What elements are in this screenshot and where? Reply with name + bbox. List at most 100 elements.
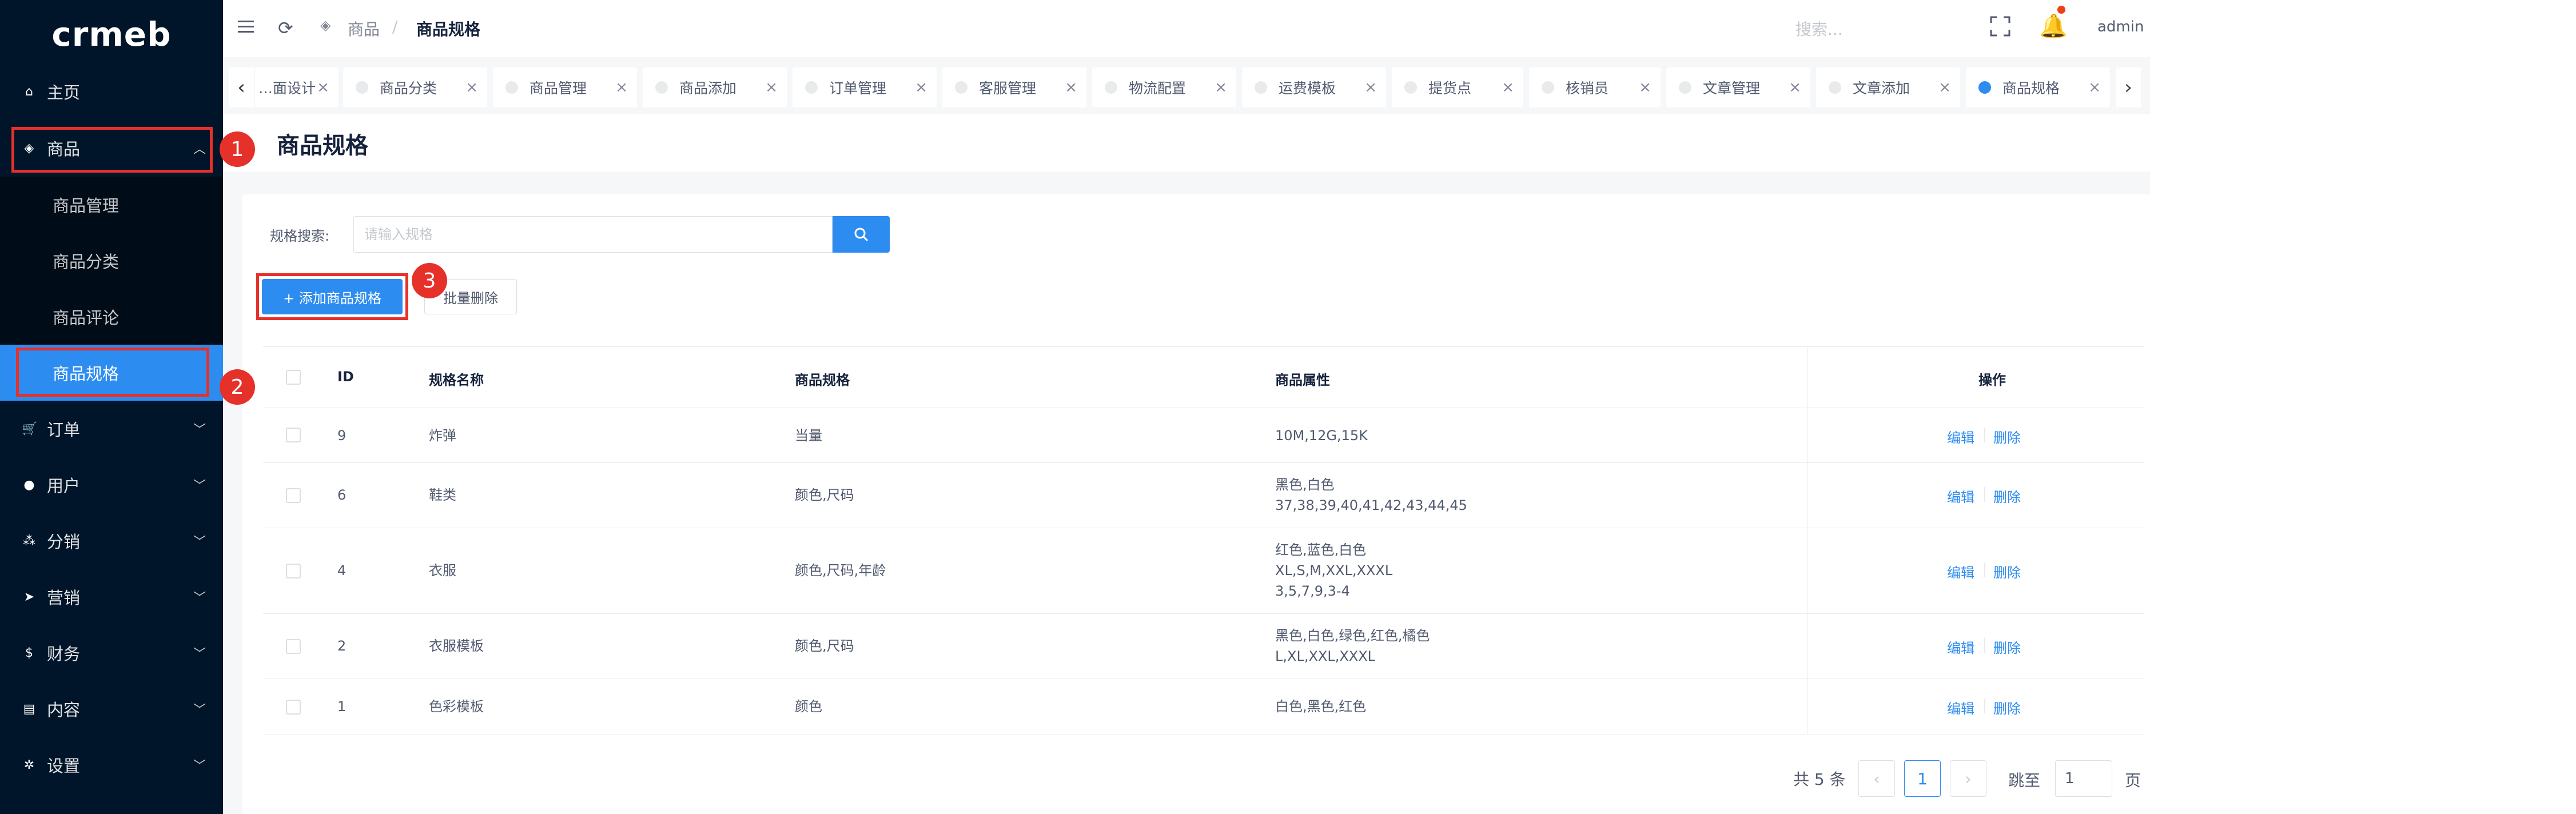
close-icon[interactable]: × (465, 79, 478, 96)
prev-page-icon[interactable]: ‹ (1858, 760, 1895, 797)
sidebar-item-marketing[interactable]: ➤ 营销 ﹀ (0, 569, 223, 625)
edit-link[interactable]: 编辑 (1947, 637, 1974, 657)
tab-status-dot (1679, 81, 1691, 94)
sidebar-item-distribution[interactable]: ⁂ 分销 ﹀ (0, 513, 223, 569)
close-icon[interactable]: × (915, 79, 927, 96)
header-search-input[interactable]: 搜索... (1795, 17, 1843, 40)
tab-goods-category[interactable]: 商品分类 × (343, 67, 487, 107)
tab-order-manage[interactable]: 订单管理 × (793, 67, 937, 107)
row-checkbox[interactable] (286, 700, 301, 715)
sidebar-item-users[interactable]: ● 用户 ﹀ (0, 457, 223, 513)
next-page-icon[interactable]: › (1950, 760, 1986, 797)
fullscreen-icon[interactable] (1990, 16, 2010, 37)
page-title: 商品规格 (277, 133, 368, 159)
col-spec-name: 规格名称 (429, 372, 484, 388)
menu-toggle-icon[interactable] (238, 17, 256, 38)
row-checkbox[interactable] (286, 564, 301, 578)
close-icon[interactable]: × (1789, 79, 1801, 96)
sidebar-sub-goods-category[interactable]: 商品分类 (0, 233, 223, 289)
tab-status-dot (1829, 81, 1841, 94)
tab-article-add[interactable]: 文章添加 × (1816, 67, 1960, 107)
tab-goods-add[interactable]: 商品添加 × (643, 67, 787, 107)
row-spec: 颜色,尺码 (795, 638, 854, 654)
tab-article-manage[interactable]: 文章管理 × (1666, 67, 1810, 107)
close-icon[interactable]: × (1502, 79, 1514, 96)
breadcrumb-separator: / (392, 17, 398, 36)
tab-service-manage[interactable]: 客服管理 × (942, 67, 1086, 107)
close-icon[interactable]: × (1639, 79, 1651, 96)
edit-link[interactable]: 编辑 (1947, 561, 1974, 581)
tab-pickup-point[interactable]: 提货点 × (1392, 67, 1523, 107)
row-attrs: 红色,蓝色,白色 (1275, 542, 1367, 558)
row-attrs: 黑色,白色,绿色,红色,橘色 (1275, 628, 1430, 644)
delete-link[interactable]: 删除 (1993, 486, 2021, 506)
row-attrs: 37,38,39,40,41,42,43,44,45 (1275, 497, 1467, 513)
edit-link[interactable]: 编辑 (1947, 426, 1974, 446)
tab-label: 物流配置 (1129, 80, 1187, 97)
spec-search-input[interactable]: 请输入规格 (353, 216, 833, 253)
close-icon[interactable]: × (317, 79, 329, 96)
user-icon: ● (23, 477, 35, 492)
delete-link[interactable]: 删除 (1993, 637, 2021, 657)
close-icon[interactable]: × (1065, 79, 1077, 96)
search-button[interactable] (833, 216, 890, 253)
tabs-next-icon[interactable]: › (2116, 67, 2141, 107)
row-spec: 颜色,尺码 (795, 487, 854, 503)
sidebar-item-orders[interactable]: 🛒 订单 ﹀ (0, 401, 223, 457)
bell-icon[interactable]: 🔔 (2039, 13, 2068, 39)
close-icon[interactable]: × (2088, 79, 2101, 96)
tab-status-dot (1542, 81, 1554, 94)
row-id: 6 (337, 487, 347, 503)
tab-goods-manage[interactable]: 商品管理 × (493, 67, 637, 107)
delete-link[interactable]: 删除 (1993, 697, 2021, 717)
row-name: 鞋类 (429, 487, 456, 503)
chevron-down-icon: ﹀ (193, 647, 206, 661)
close-icon[interactable]: × (1364, 79, 1377, 96)
annotation-badge-2: 2 (220, 369, 255, 405)
annotation-badge-3: 3 (412, 263, 447, 298)
edit-link[interactable]: 编辑 (1947, 486, 1974, 506)
tab-label: 商品规格 (2002, 80, 2060, 97)
delete-link[interactable]: 删除 (1993, 426, 2021, 446)
team-icon: ⁂ (23, 533, 35, 548)
edit-link[interactable]: 编辑 (1947, 697, 1974, 717)
pagination-total: 共 5 条 (1793, 770, 1846, 789)
tab-status-dot (356, 81, 368, 94)
row-checkbox[interactable] (286, 488, 301, 503)
tab-page-design[interactable]: …面设计 × (255, 67, 339, 107)
select-all-checkbox[interactable] (286, 370, 301, 385)
close-icon[interactable]: × (1215, 79, 1227, 96)
row-name: 衣服模板 (429, 638, 484, 654)
action-divider (1984, 487, 1985, 502)
tabs-prev-icon[interactable]: ‹ (229, 67, 254, 107)
sidebar-item-label: 分销 (47, 532, 81, 552)
tab-goods-spec[interactable]: 商品规格 × (1966, 67, 2110, 107)
row-checkbox[interactable] (286, 639, 301, 654)
search-label: 规格搜索: (270, 228, 330, 244)
jump-page-input[interactable]: 1 (2055, 760, 2112, 797)
tab-verifier[interactable]: 核销员 × (1529, 67, 1661, 107)
tab-status-dot (1978, 81, 1991, 94)
tab-status-dot (1255, 81, 1267, 94)
tab-shipping-template[interactable]: 运费模板 × (1242, 67, 1386, 107)
user-name[interactable]: admin (2097, 18, 2144, 35)
close-icon[interactable]: × (1938, 79, 1951, 96)
tab-status-dot (1105, 81, 1117, 94)
sidebar-sub-goods-review[interactable]: 商品评论 (0, 289, 223, 345)
close-icon[interactable]: × (615, 79, 628, 96)
tab-logistics-config[interactable]: 物流配置 × (1092, 67, 1236, 107)
close-icon[interactable]: × (765, 79, 778, 96)
sidebar-item-finance[interactable]: $ 财务 ﹀ (0, 625, 223, 681)
app-logo[interactable]: crmeb (0, 0, 223, 69)
breadcrumb-parent[interactable]: 商品 (348, 17, 380, 40)
refresh-icon[interactable]: ⟳ (278, 17, 293, 39)
page-number[interactable]: 1 (1904, 760, 1941, 797)
sidebar-sub-goods-manage[interactable]: 商品管理 (0, 177, 223, 233)
sidebar-item-content[interactable]: ▤ 内容 ﹀ (0, 681, 223, 737)
actions-column (1807, 346, 2144, 735)
sidebar-item-settings[interactable]: ✲ 设置 ﹀ (0, 737, 223, 793)
row-checkbox[interactable] (286, 428, 301, 442)
tab-status-dot (1404, 81, 1417, 94)
sidebar-item-home[interactable]: ⌂ 主页 (0, 63, 223, 119)
delete-link[interactable]: 删除 (1993, 561, 2021, 581)
